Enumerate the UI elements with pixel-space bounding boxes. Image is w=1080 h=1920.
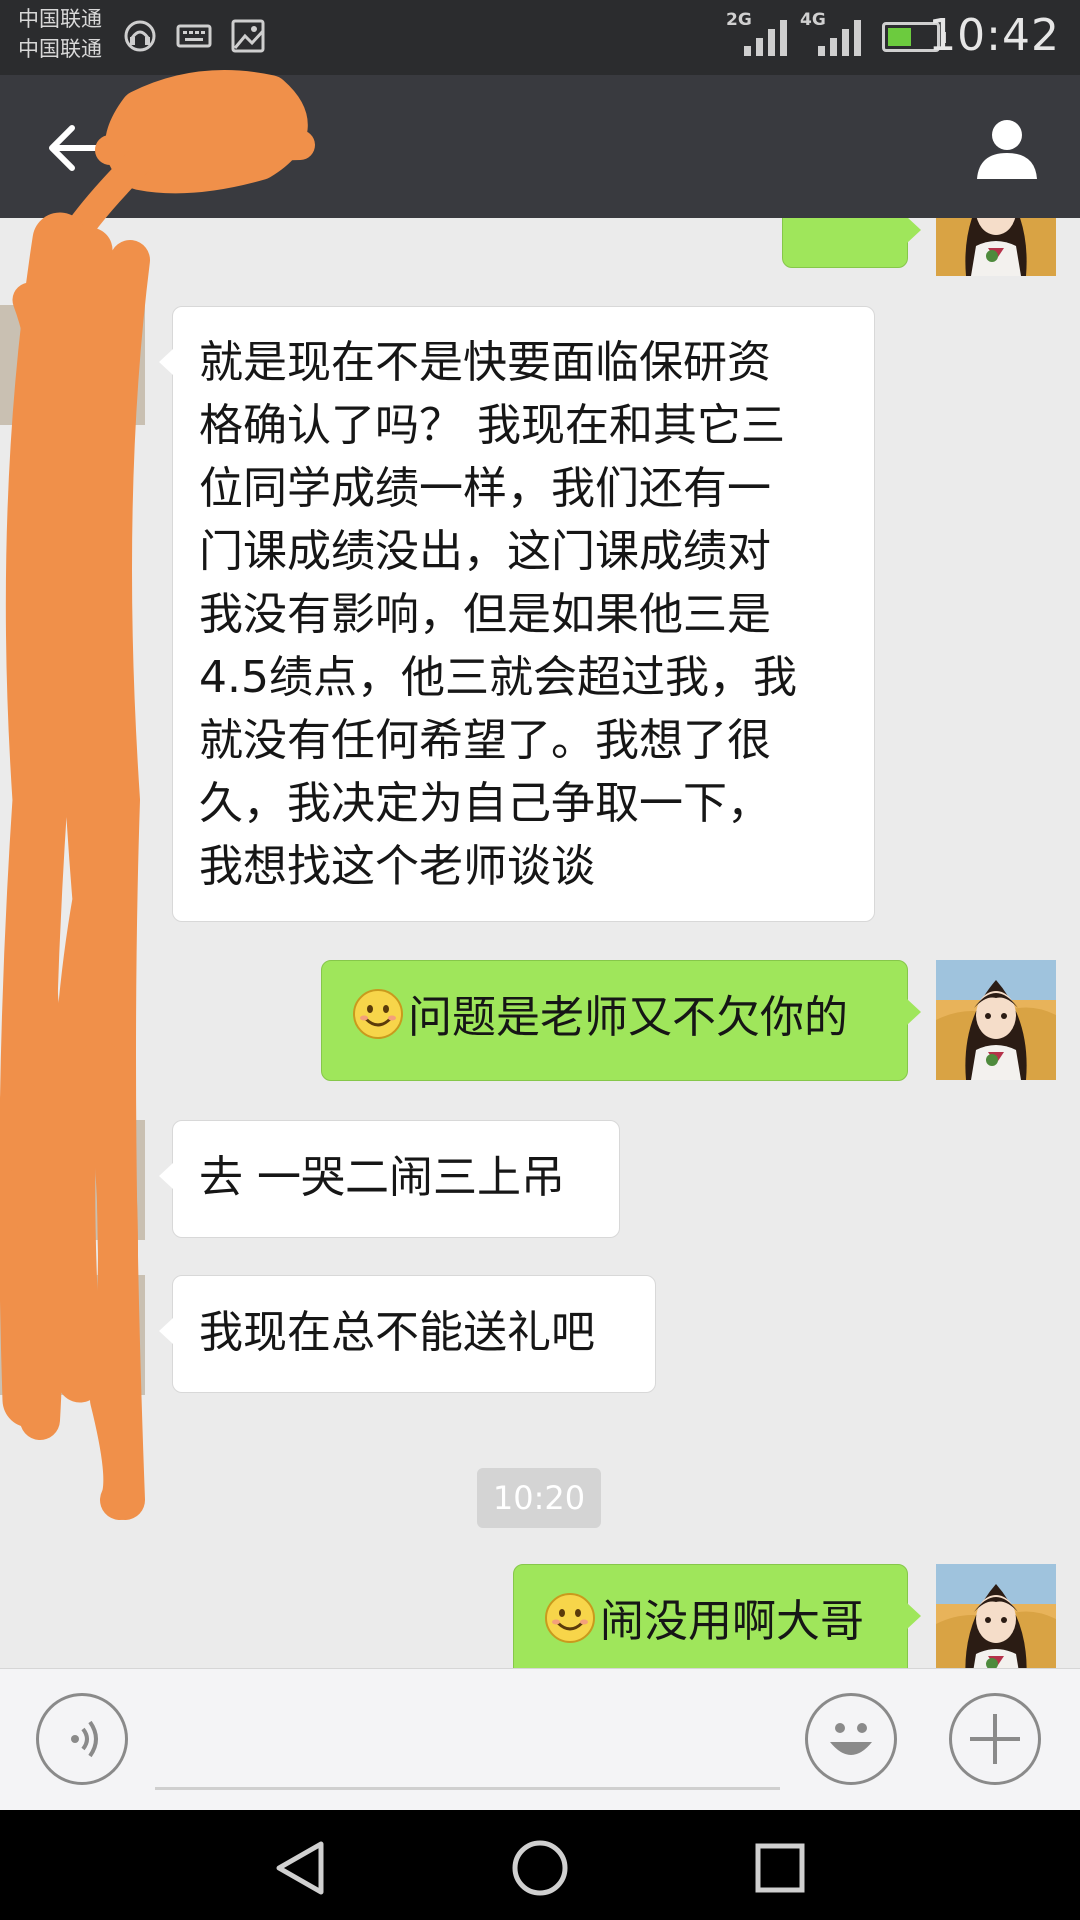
smile-emoji-icon [544,1592,596,1644]
avatar[interactable] [936,218,1056,276]
keyboard-icon [176,24,212,48]
avatar[interactable] [0,1275,145,1395]
headset-icon [124,20,156,52]
message-line: 就没有任何希望了。我想了很 [199,715,771,766]
back-triangle-icon[interactable] [271,1838,331,1898]
title-bar [0,75,1080,218]
message-line: 我没有影响，但是如果他三是 [199,589,771,640]
carrier-2: 中国联通 [18,37,102,61]
message-line: 格确认了吗？ 我现在和其它三 [199,400,785,451]
signal-icon [818,20,861,56]
avatar[interactable] [0,1120,145,1240]
message-bubble-outgoing[interactable]: 闹没用啊大哥 [513,1564,921,1668]
more-button[interactable] [949,1693,1041,1785]
profile-icon[interactable] [974,115,1040,181]
smile-emoji-icon [352,988,404,1040]
message-line: 就是现在不是快要面临保研资 [199,337,771,388]
voice-icon [71,1720,98,1758]
message-line: 位同学成绩一样，我们还有一 [199,463,771,514]
message-line: 久，我决定为自己争取一下， [199,778,771,829]
back-arrow-icon[interactable] [44,118,104,178]
home-circle-icon[interactable] [510,1838,570,1898]
message-bubble-incoming[interactable]: 去 一哭二闹三上吊 [159,1120,620,1238]
chat-area[interactable]: 就是现在不是快要面临保研资 格确认了吗？ 我现在和其它三 位同学成绩一样，我们还… [0,218,1080,1668]
emoji-icon [830,1723,872,1755]
message-bubble-incoming[interactable]: 我现在总不能送礼吧 [159,1275,656,1393]
message-line: 我想找这个老师谈谈 [199,841,595,892]
carrier-1: 中国联通 [18,7,102,31]
emoji-button[interactable] [805,1693,897,1785]
avatar[interactable] [936,1564,1056,1668]
carrier-labels: 中国联通 中国联通 [18,4,102,64]
input-bar [0,1668,1080,1811]
message-text: 我现在总不能送礼吧 [199,1307,595,1358]
status-bar: 中国联通 中国联通 2G 4G 10:42 [0,0,1080,75]
plus-icon [970,1714,1020,1764]
avatar[interactable] [0,305,145,425]
message-bubble-incoming[interactable]: 就是现在不是快要面临保研资 格确认了吗？ 我现在和其它三 位同学成绩一样，我们还… [159,306,875,922]
recents-square-icon[interactable] [750,1838,810,1898]
message-input[interactable] [155,1787,780,1790]
avatar[interactable] [936,960,1056,1080]
signal-icon [744,20,787,56]
message-text: 问题是老师又不欠你的 [408,992,848,1043]
voice-button[interactable] [36,1693,128,1785]
message-text: 闹没用啊大哥 [600,1596,864,1647]
message-text: 去 一哭二闹三上吊 [199,1152,565,1203]
clock: 10:42 [928,10,1060,61]
image-icon [231,19,265,53]
message-bubble-outgoing[interactable]: 问题是老师又不欠你的 [321,960,921,1081]
timestamp-label: 10:20 [477,1468,601,1528]
navigation-bar [0,1810,1080,1920]
message-line: 门课成绩没出，这门课成绩对 [199,526,771,577]
message-bubble-partial[interactable] [782,218,921,268]
message-line: 4.5绩点，他三就会超过我，我 [199,652,797,703]
